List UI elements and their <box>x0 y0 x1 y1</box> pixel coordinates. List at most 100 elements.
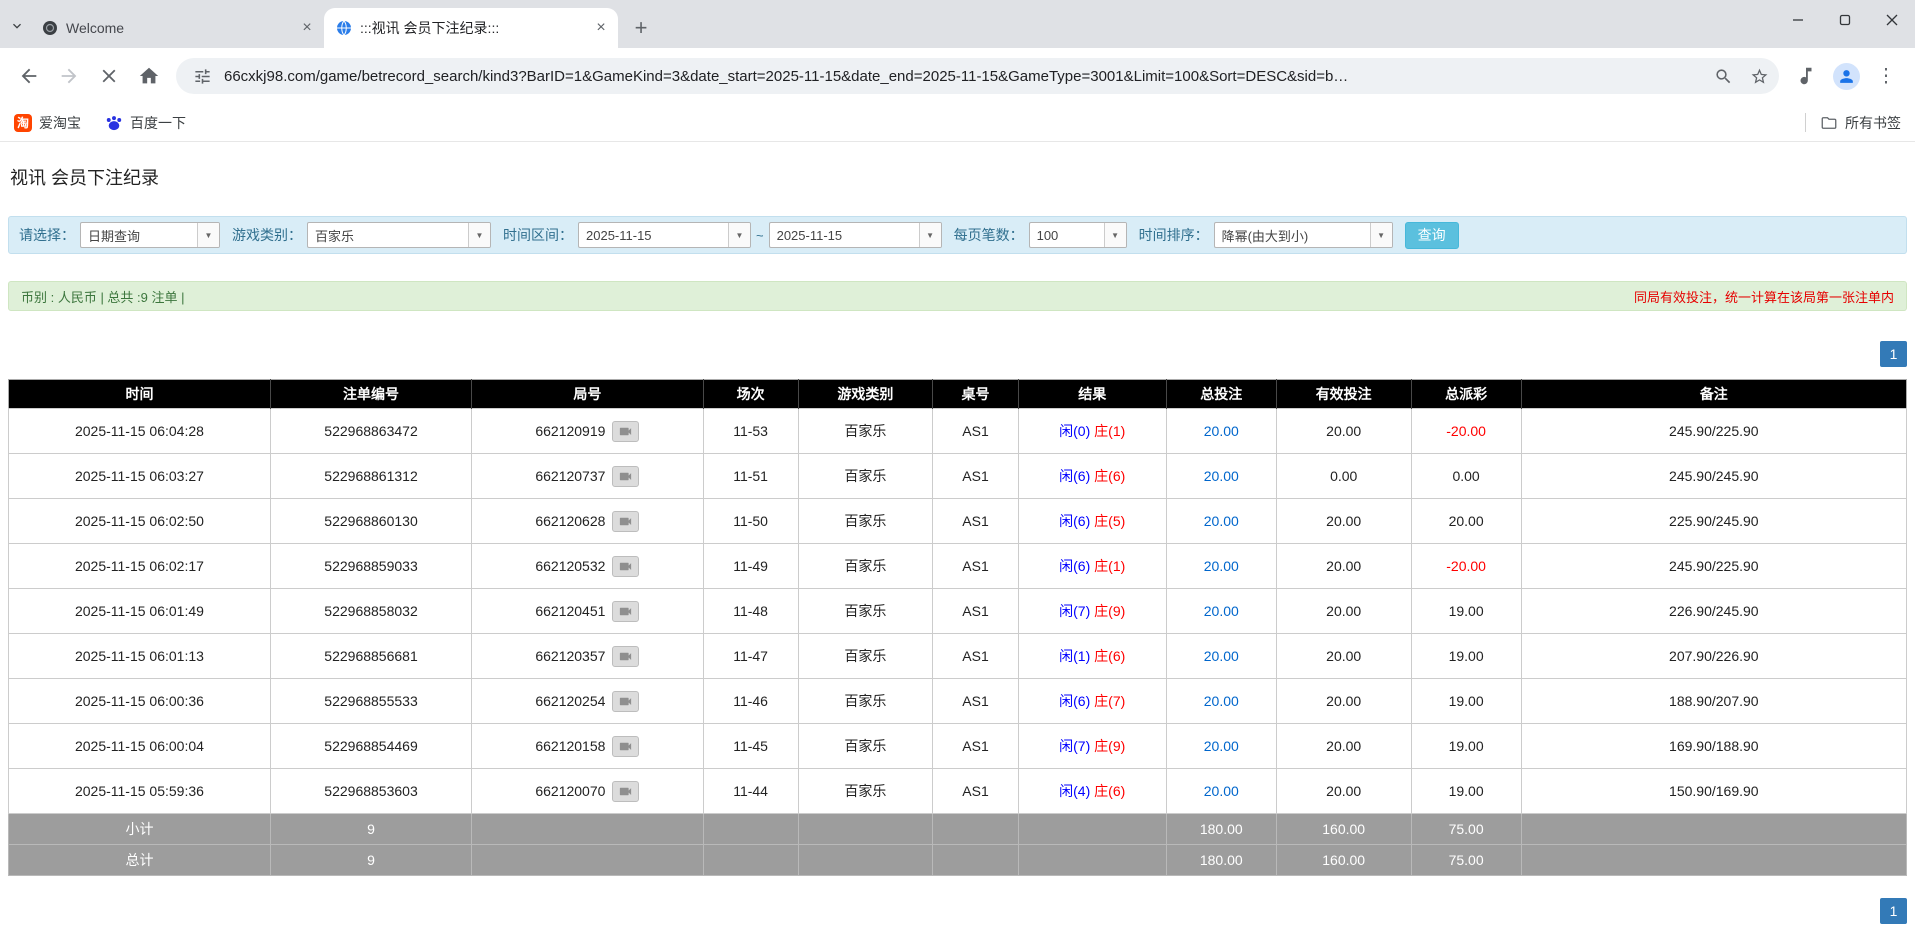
video-replay-button[interactable] <box>612 736 639 757</box>
video-replay-button[interactable] <box>612 511 639 532</box>
cell-table: AS1 <box>933 544 1018 589</box>
video-replay-button[interactable] <box>612 601 639 622</box>
cell-round: 662120737 <box>472 454 704 499</box>
sum-empty-cell <box>703 814 798 845</box>
total-bet-link[interactable]: 20.00 <box>1204 783 1239 799</box>
cell-result: 闲(6) 庄(1) <box>1018 544 1166 589</box>
zoom-icon[interactable] <box>1709 62 1737 90</box>
result-banker: 庄(9) <box>1094 738 1125 754</box>
cell-session: 11-48 <box>703 589 798 634</box>
column-header: 局号 <box>472 380 704 409</box>
new-tab-button[interactable]: + <box>626 13 656 43</box>
sum-payout: 75.00 <box>1411 814 1521 845</box>
cell-bet-id: 522968860130 <box>270 499 471 544</box>
total-bet-link[interactable]: 20.00 <box>1204 603 1239 619</box>
sum-empty-cell <box>798 845 933 876</box>
tab-close-icon[interactable]: × <box>592 19 610 37</box>
close-window-button[interactable] <box>1868 0 1915 40</box>
game-category-select[interactable]: 百家乐 ▼ <box>307 222 491 248</box>
cell-bet-id: 522968863472 <box>270 409 471 454</box>
forward-button[interactable] <box>50 57 88 95</box>
bookmark-star-icon[interactable] <box>1745 62 1773 90</box>
cell-payout: -20.00 <box>1411 409 1521 454</box>
sum-count: 9 <box>270 814 471 845</box>
cell-session: 11-50 <box>703 499 798 544</box>
search-button[interactable]: 查询 <box>1405 222 1459 249</box>
cell-session: 11-45 <box>703 724 798 769</box>
column-header: 桌号 <box>933 380 1018 409</box>
chevron-down-icon: ▼ <box>468 223 490 247</box>
cell-table: AS1 <box>933 634 1018 679</box>
result-banker: 庄(6) <box>1094 783 1125 799</box>
chevron-down-icon[interactable] <box>4 4 30 48</box>
round-number: 662120357 <box>535 648 605 664</box>
sum-total-bet: 180.00 <box>1166 845 1276 876</box>
back-button[interactable] <box>10 57 48 95</box>
maximize-button[interactable] <box>1821 0 1868 40</box>
sum-empty-cell <box>933 845 1018 876</box>
date-end-select[interactable]: 2025-11-15 ▼ <box>769 222 942 248</box>
all-bookmarks-button[interactable]: 所有书签 <box>1820 113 1901 133</box>
cell-note: 150.90/169.90 <box>1521 769 1906 814</box>
result-player: 闲(7) <box>1059 603 1090 619</box>
tab-title: Welcome <box>66 20 290 36</box>
cell-bet-id: 522968855533 <box>270 679 471 724</box>
page-1-button[interactable]: 1 <box>1880 341 1907 367</box>
date-start-select[interactable]: 2025-11-15 ▼ <box>578 222 751 248</box>
video-replay-button[interactable] <box>612 691 639 712</box>
bookmarks-bar: 淘 爱淘宝 百度一下 所有书签 <box>0 104 1915 142</box>
column-header: 总派彩 <box>1411 380 1521 409</box>
address-bar[interactable]: 66cxkj98.com/game/betrecord_search/kind3… <box>176 58 1779 94</box>
result-player: 闲(7) <box>1059 738 1090 754</box>
time-sort-select[interactable]: 降幂(由大到小) ▼ <box>1214 222 1393 248</box>
video-replay-button[interactable] <box>612 466 639 487</box>
tab-close-icon[interactable]: × <box>298 19 316 37</box>
cell-table: AS1 <box>933 589 1018 634</box>
total-bet-link[interactable]: 20.00 <box>1204 738 1239 754</box>
result-banker: 庄(5) <box>1094 513 1125 529</box>
page-size-select[interactable]: 100 ▼ <box>1029 222 1127 248</box>
profile-avatar[interactable] <box>1827 57 1865 95</box>
cell-payout: 19.00 <box>1411 724 1521 769</box>
bookmark-taobao[interactable]: 淘 爱淘宝 <box>14 113 81 133</box>
cell-result: 闲(6) 庄(6) <box>1018 454 1166 499</box>
bookmark-label: 百度一下 <box>130 113 186 133</box>
total-bet-link[interactable]: 20.00 <box>1204 693 1239 709</box>
sum-label: 小计 <box>9 814 271 845</box>
cell-session: 11-49 <box>703 544 798 589</box>
cell-session: 11-44 <box>703 769 798 814</box>
total-bet-link[interactable]: 20.00 <box>1204 513 1239 529</box>
minimize-button[interactable] <box>1774 0 1821 40</box>
summary-bar: 币别 : 人民币 | 总共 :9 注单 | 同局有效投注，统一计算在该局第一张注… <box>8 281 1907 311</box>
menu-icon[interactable]: ⋮ <box>1867 57 1905 95</box>
tab-bet-records[interactable]: :::视讯 会员下注纪录::: × <box>324 8 618 48</box>
total-bet-link[interactable]: 20.00 <box>1204 468 1239 484</box>
video-replay-button[interactable] <box>612 646 639 667</box>
cell-time: 2025-11-15 06:00:04 <box>9 724 271 769</box>
cell-time: 2025-11-15 06:04:28 <box>9 409 271 454</box>
cell-valid-bet: 20.00 <box>1276 634 1411 679</box>
stop-loading-button[interactable] <box>90 57 128 95</box>
site-settings-icon[interactable] <box>188 62 216 90</box>
home-button[interactable] <box>130 57 168 95</box>
cell-note: 245.90/225.90 <box>1521 544 1906 589</box>
video-replay-button[interactable] <box>612 556 639 577</box>
cell-result: 闲(7) 庄(9) <box>1018 589 1166 634</box>
video-replay-button[interactable] <box>612 781 639 802</box>
total-bet-link[interactable]: 20.00 <box>1204 648 1239 664</box>
media-controls-icon[interactable] <box>1787 57 1825 95</box>
sum-valid-bet: 160.00 <box>1276 814 1411 845</box>
cell-payout: 19.00 <box>1411 589 1521 634</box>
result-banker: 庄(1) <box>1094 423 1125 439</box>
cell-game: 百家乐 <box>798 544 933 589</box>
total-bet-link[interactable]: 20.00 <box>1204 558 1239 574</box>
video-replay-button[interactable] <box>612 421 639 442</box>
total-bet-link[interactable]: 20.00 <box>1204 423 1239 439</box>
bookmark-baidu[interactable]: 百度一下 <box>105 113 186 133</box>
column-header: 注单编号 <box>270 380 471 409</box>
url-text: 66cxkj98.com/game/betrecord_search/kind3… <box>224 68 1701 85</box>
cell-valid-bet: 20.00 <box>1276 769 1411 814</box>
tab-welcome[interactable]: Welcome × <box>30 8 324 48</box>
page-1-button[interactable]: 1 <box>1880 898 1907 924</box>
query-type-select[interactable]: 日期查询 ▼ <box>80 222 220 248</box>
